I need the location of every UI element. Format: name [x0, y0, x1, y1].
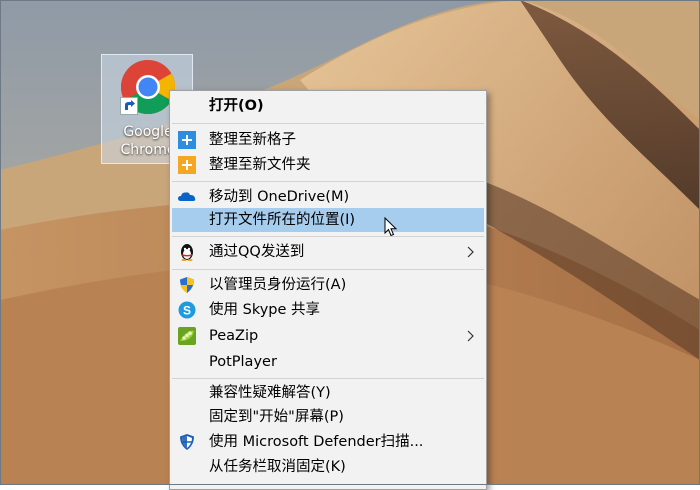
- menu-item-peazip[interactable]: PeaZip: [172, 324, 484, 348]
- menu-item-label: 移动到 OneDrive(M): [209, 189, 350, 205]
- plus-orange-icon: [178, 156, 196, 174]
- plus-blue-icon: [178, 131, 196, 149]
- shortcut-arrow-icon: [120, 97, 138, 115]
- menu-item-label: 整理至新文件夹: [209, 157, 311, 173]
- menu-item-label: 整理至新格子: [209, 132, 296, 148]
- menu-item-label: 通过QQ发送到: [209, 244, 305, 260]
- menu-item-label: 使用 Microsoft Defender扫描...: [209, 434, 424, 450]
- qq-penguin-icon: [181, 244, 193, 261]
- menu-item-label: 固定到"开始"屏幕(P): [209, 409, 344, 425]
- defender-shield-icon: [180, 434, 194, 450]
- menu-item-new-folder[interactable]: 整理至新文件夹: [172, 153, 484, 177]
- menu-item-label: 使用 Skype 共享: [209, 302, 321, 318]
- menu-separator: [172, 123, 484, 124]
- skype-icon: S: [178, 301, 196, 319]
- menu-item-defender-scan[interactable]: 使用 Microsoft Defender扫描...: [172, 430, 484, 454]
- peazip-icon: [178, 327, 196, 345]
- menu-separator: [172, 378, 484, 379]
- menu-item-label: 以管理员身份运行(A): [209, 277, 347, 293]
- menu-item-label: 打开(O): [209, 98, 264, 114]
- menu-item-label: 从任务栏取消固定(K): [209, 459, 346, 475]
- context-menu: 打开(O) 整理至新格子 整理至新文件夹 移动到 OneDrive(M) 打开文…: [169, 90, 487, 490]
- mouse-cursor-icon: [384, 217, 398, 237]
- menu-item-unpin-taskbar[interactable]: 从任务栏取消固定(K): [172, 455, 484, 479]
- uac-shield-icon: [180, 277, 194, 293]
- menu-separator: [172, 236, 484, 237]
- menu-item-new-fence[interactable]: 整理至新格子: [172, 128, 484, 152]
- menu-item-label: 打开文件所在的位置(I): [209, 212, 356, 228]
- menu-item-skype-share[interactable]: S 使用 Skype 共享: [172, 298, 484, 322]
- svg-text:S: S: [183, 304, 191, 318]
- menu-item-potplayer[interactable]: PotPlayer: [172, 350, 484, 374]
- onedrive-cloud-icon: [178, 192, 196, 201]
- menu-item-label: PeaZip: [209, 328, 259, 344]
- menu-item-open[interactable]: 打开(O): [172, 94, 484, 118]
- menu-separator: [172, 269, 484, 270]
- chevron-right-icon: [467, 330, 474, 342]
- menu-item-send-via-qq[interactable]: 通过QQ发送到: [172, 240, 484, 264]
- menu-item-run-as-admin[interactable]: 以管理员身份运行(A): [172, 273, 484, 297]
- menu-item-compatibility-troubleshoot[interactable]: 兼容性疑难解答(Y): [172, 381, 484, 405]
- menu-item-open-file-location[interactable]: 打开文件所在的位置(I): [172, 208, 484, 232]
- menu-separator: [172, 181, 484, 182]
- menu-item-label: PotPlayer: [209, 354, 277, 370]
- menu-item-onedrive[interactable]: 移动到 OneDrive(M): [172, 185, 484, 209]
- chevron-right-icon: [467, 246, 474, 258]
- menu-item-label: 兼容性疑难解答(Y): [209, 385, 331, 401]
- menu-item-pin-to-start[interactable]: 固定到"开始"屏幕(P): [172, 405, 484, 429]
